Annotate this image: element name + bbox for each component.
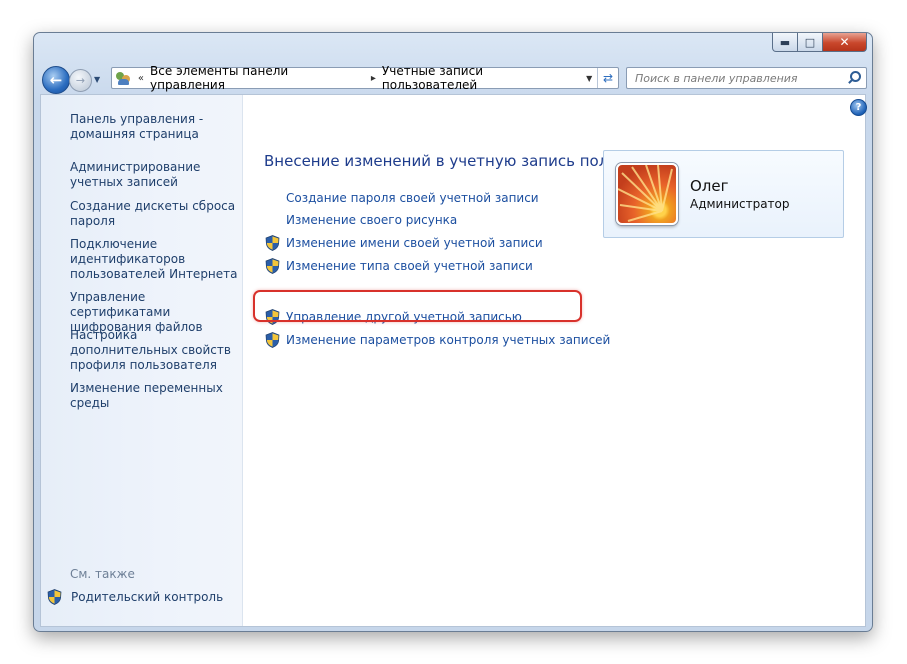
search-icon[interactable] bbox=[846, 70, 862, 86]
close-icon: ✕ bbox=[839, 35, 850, 49]
arrow-left-icon: ← bbox=[49, 71, 63, 89]
task-change-type[interactable]: Изменение типа своей учетной записи bbox=[265, 258, 533, 274]
recent-pages-dropdown[interactable]: ▼ bbox=[94, 75, 100, 84]
search-input[interactable] bbox=[627, 70, 846, 86]
uac-shield-icon bbox=[265, 235, 280, 251]
refresh-button[interactable]: ⇄ bbox=[597, 68, 618, 88]
uac-shield-icon bbox=[265, 332, 280, 348]
close-button[interactable]: ✕ bbox=[823, 33, 867, 52]
task-change-name[interactable]: Изменение имени своей учетной записи bbox=[265, 235, 543, 251]
breadcrumb-all-items[interactable]: Все элементы панели управления bbox=[150, 64, 366, 92]
task-uac-settings[interactable]: Изменение параметров контроля учетных за… bbox=[265, 332, 610, 348]
refresh-icon: ⇄ bbox=[603, 71, 614, 85]
task-label: Изменение параметров контроля учетных за… bbox=[286, 333, 611, 347]
caption-buttons: ▬ □ ✕ bbox=[772, 33, 867, 52]
maximize-icon: □ bbox=[804, 35, 816, 49]
search-box[interactable] bbox=[626, 67, 867, 89]
minimize-button[interactable]: ▬ bbox=[772, 33, 798, 52]
control-panel-window: ▬ □ ✕ ← → ▼ « Все элементы панели управл… bbox=[33, 32, 873, 632]
uac-shield-icon bbox=[47, 589, 62, 605]
breadcrumb-separator-icon[interactable]: ▸ bbox=[371, 73, 376, 84]
breadcrumb-user-accounts[interactable]: Учетные записи пользователей bbox=[382, 64, 581, 92]
task-label: Создание пароля своей учетной записи bbox=[286, 191, 539, 205]
maximize-button[interactable]: □ bbox=[798, 33, 823, 52]
sidebar-link-env-variables[interactable]: Изменение переменных среды bbox=[70, 381, 240, 411]
see-also-heading: См. также bbox=[70, 567, 135, 581]
sidebar-link-parental-control[interactable]: Родительский контроль bbox=[47, 589, 223, 605]
user-name: Олег bbox=[690, 177, 729, 195]
flower-picture-icon bbox=[618, 165, 673, 222]
back-button[interactable]: ← bbox=[42, 66, 70, 94]
task-label: Изменение своего рисунка bbox=[286, 213, 458, 227]
task-change-picture[interactable]: Изменение своего рисунка bbox=[265, 213, 457, 227]
task-label: Изменение типа своей учетной записи bbox=[286, 259, 533, 273]
user-accounts-icon bbox=[115, 70, 133, 86]
avatar[interactable] bbox=[616, 163, 678, 225]
user-card: Олег Администратор bbox=[603, 150, 844, 238]
address-bar[interactable]: « Все элементы панели управления ▸ Учетн… bbox=[111, 64, 619, 92]
minimize-icon: ▬ bbox=[779, 35, 791, 49]
parental-control-label: Родительский контроль bbox=[71, 590, 224, 604]
uac-shield-icon bbox=[265, 258, 280, 274]
highlight-frame bbox=[253, 290, 582, 322]
breadcrumb-overflow[interactable]: « bbox=[138, 73, 144, 84]
content-pane: ? Панель управления - домашняя страница … bbox=[40, 94, 867, 627]
forward-button[interactable]: → bbox=[69, 69, 92, 92]
address-dropdown-icon[interactable]: ▼ bbox=[581, 74, 597, 83]
sidebar-link-profile-properties[interactable]: Настройка дополнительных свойств профиля… bbox=[70, 328, 240, 373]
task-sidebar: Панель управления - домашняя страница Ад… bbox=[41, 95, 243, 626]
sidebar-link-reset-disk[interactable]: Создание дискеты сброса пароля bbox=[70, 199, 240, 229]
sidebar-link-online-ids[interactable]: Подключение идентификаторов пользователе… bbox=[70, 237, 240, 282]
sidebar-link-home[interactable]: Панель управления - домашняя страница bbox=[70, 112, 240, 142]
help-icon[interactable]: ? bbox=[850, 99, 867, 116]
sidebar-link-manage-accounts[interactable]: Администрирование учетных записей bbox=[70, 160, 240, 190]
arrow-right-icon: → bbox=[75, 74, 86, 87]
task-create-password[interactable]: Создание пароля своей учетной записи bbox=[265, 191, 539, 205]
navigation-buttons: ← → ▼ bbox=[42, 66, 108, 94]
task-label: Изменение имени своей учетной записи bbox=[286, 236, 543, 250]
user-role: Администратор bbox=[690, 197, 790, 211]
